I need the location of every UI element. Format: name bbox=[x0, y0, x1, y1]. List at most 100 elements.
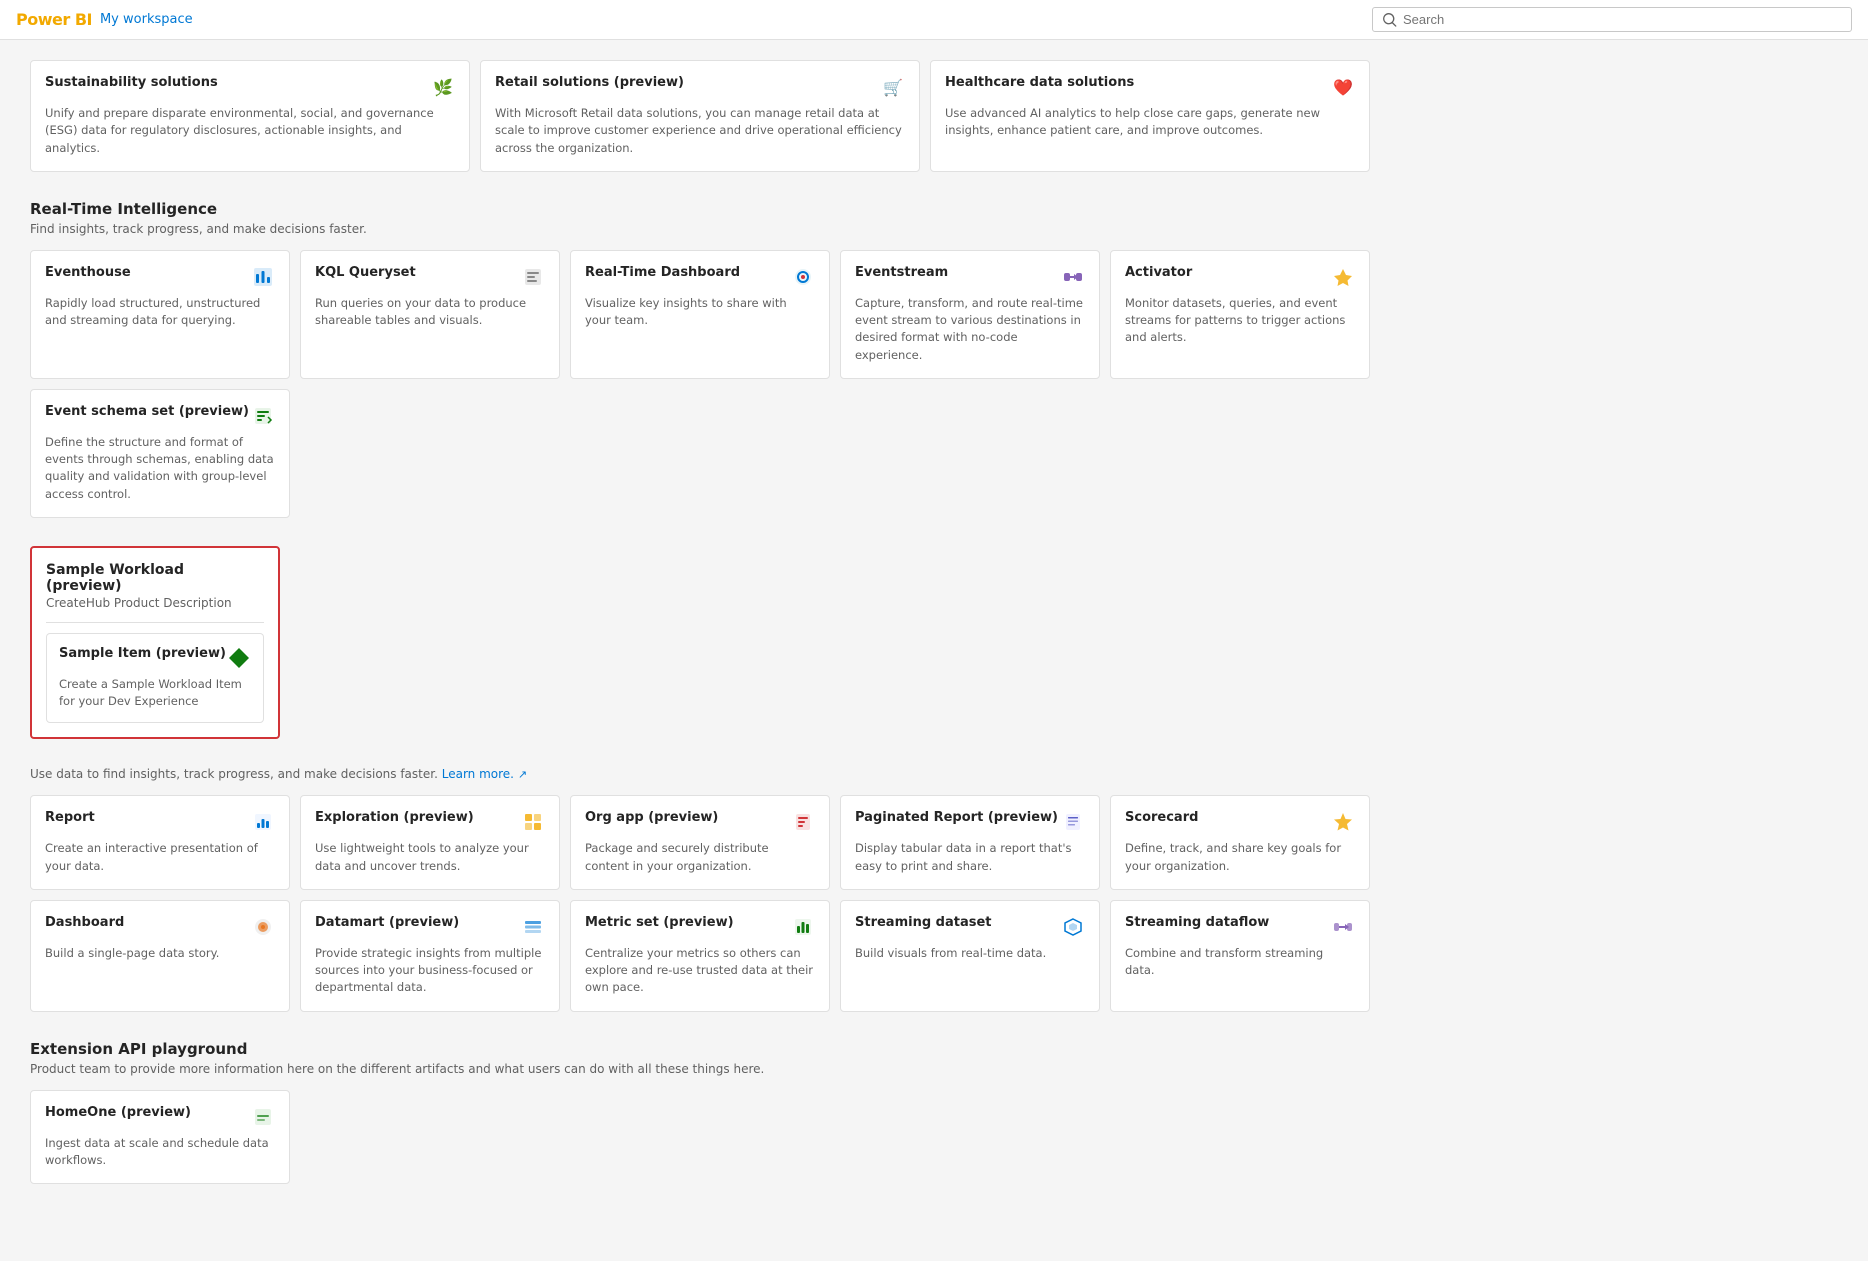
general-subtitle-text: Use data to find insights, track progres… bbox=[30, 767, 438, 781]
retail-card[interactable]: Retail solutions (preview) 🛒 With Micros… bbox=[480, 60, 920, 172]
general-cards-row1: Report Create an interactive presentatio… bbox=[30, 795, 1370, 890]
card-title: Metric set (preview) bbox=[585, 915, 734, 932]
healthcare-card[interactable]: Healthcare data solutions ❤️ Use advance… bbox=[930, 60, 1370, 172]
scorecard-card[interactable]: Scorecard Define, track, and share key g… bbox=[1110, 795, 1370, 890]
sample-workload-section[interactable]: Sample Workload (preview) CreateHub Prod… bbox=[30, 546, 280, 740]
card-desc: Create an interactive presentation of yo… bbox=[45, 840, 275, 875]
card-desc: Create a Sample Workload Item for your D… bbox=[59, 676, 251, 711]
streaming-dataflow-card[interactable]: Streaming dataflow Combine and transform… bbox=[1110, 900, 1370, 1012]
card-header: Datamart (preview) bbox=[315, 915, 545, 939]
card-desc: Centralize your metrics so others can ex… bbox=[585, 945, 815, 997]
card-header: Org app (preview) bbox=[585, 810, 815, 834]
card-header: Retail solutions (preview) 🛒 bbox=[495, 75, 905, 99]
card-title: Sample Item (preview) bbox=[59, 646, 226, 663]
search-bar[interactable] bbox=[1372, 7, 1852, 32]
section-subtitle: Find insights, track progress, and make … bbox=[30, 222, 1370, 236]
card-desc: With Microsoft Retail data solutions, yo… bbox=[495, 105, 905, 157]
card-desc: Package and securely distribute content … bbox=[585, 840, 815, 875]
rti-cards-row1: Eventhouse Rapidly load structured, unst… bbox=[30, 250, 1370, 379]
report-card[interactable]: Report Create an interactive presentatio… bbox=[30, 795, 290, 890]
card-title: Report bbox=[45, 810, 95, 827]
rti-cards-row2: Event schema set (preview) Define the st… bbox=[30, 389, 1370, 518]
card-header: HomeOne (preview) bbox=[45, 1105, 275, 1129]
sample-workload-subtitle: CreateHub Product Description bbox=[46, 596, 264, 610]
streaming-dataset-card[interactable]: Streaming dataset Build visuals from rea… bbox=[840, 900, 1100, 1012]
card-header: Exploration (preview) bbox=[315, 810, 545, 834]
general-subtitle: Use data to find insights, track progres… bbox=[30, 767, 1370, 781]
kql-icon bbox=[521, 265, 545, 289]
extension-api-cards: HomeOne (preview) Ingest data at scale a… bbox=[30, 1090, 1370, 1185]
search-icon bbox=[1383, 13, 1397, 27]
eventstream-card[interactable]: Eventstream Capture, transform, and rout… bbox=[840, 250, 1100, 379]
card-header: Paginated Report (preview) bbox=[855, 810, 1085, 834]
search-input[interactable] bbox=[1403, 12, 1841, 27]
workspace-link[interactable]: My workspace bbox=[100, 12, 193, 27]
streaming-dataset-icon bbox=[1061, 915, 1085, 939]
learn-more-link[interactable]: Learn more. bbox=[442, 767, 514, 781]
homeone-icon bbox=[251, 1105, 275, 1129]
powerbi-logo: Power BI bbox=[16, 10, 92, 29]
sample-item-icon bbox=[227, 646, 251, 670]
sustainability-card[interactable]: Sustainability solutions 🌿 Unify and pre… bbox=[30, 60, 470, 172]
section-title: Real-Time Intelligence bbox=[30, 200, 1370, 218]
event-schema-card[interactable]: Event schema set (preview) Define the st… bbox=[30, 389, 290, 518]
metric-set-card[interactable]: Metric set (preview) Centralize your met… bbox=[570, 900, 830, 1012]
card-header: Streaming dataflow bbox=[1125, 915, 1355, 939]
realtime-dashboard-card[interactable]: Real-Time Dashboard Visualize key insigh… bbox=[570, 250, 830, 379]
general-cards-row2: Dashboard Build a single-page data story… bbox=[30, 900, 1370, 1012]
card-header: Eventstream bbox=[855, 265, 1085, 289]
general-section: Use data to find insights, track progres… bbox=[30, 767, 1370, 1011]
card-desc: Ingest data at scale and schedule data w… bbox=[45, 1135, 275, 1170]
card-title: Real-Time Dashboard bbox=[585, 265, 740, 282]
card-title: Eventhouse bbox=[45, 265, 131, 282]
exploration-card[interactable]: Exploration (preview) Use lightweight to… bbox=[300, 795, 560, 890]
main-content: Sustainability solutions 🌿 Unify and pre… bbox=[0, 40, 1400, 1252]
card-desc: Combine and transform streaming data. bbox=[1125, 945, 1355, 980]
card-desc: Provide strategic insights from multiple… bbox=[315, 945, 545, 997]
card-title: Eventstream bbox=[855, 265, 948, 282]
scorecard-icon bbox=[1331, 810, 1355, 834]
dashboard-icon bbox=[251, 915, 275, 939]
paginated-report-card[interactable]: Paginated Report (preview) Display tabul… bbox=[840, 795, 1100, 890]
section-subtitle: Product team to provide more information… bbox=[30, 1062, 1370, 1076]
topbar: Power BI My workspace bbox=[0, 0, 1868, 40]
exploration-icon bbox=[521, 810, 545, 834]
card-header: Sustainability solutions 🌿 bbox=[45, 75, 455, 99]
kql-queryset-card[interactable]: KQL Queryset Run queries on your data to… bbox=[300, 250, 560, 379]
card-title: Scorecard bbox=[1125, 810, 1198, 827]
card-desc: Visualize key insights to share with you… bbox=[585, 295, 815, 330]
sustainability-icon: 🌿 bbox=[431, 75, 455, 99]
card-title: Dashboard bbox=[45, 915, 124, 932]
activator-card[interactable]: Activator Monitor datasets, queries, and… bbox=[1110, 250, 1370, 379]
card-title: KQL Queryset bbox=[315, 265, 416, 282]
card-desc: Rapidly load structured, unstructured an… bbox=[45, 295, 275, 330]
sample-workload-title: Sample Workload (preview) bbox=[46, 562, 264, 594]
datamart-icon bbox=[521, 915, 545, 939]
card-title: Exploration (preview) bbox=[315, 810, 474, 827]
separator bbox=[46, 622, 264, 623]
card-title: Sustainability solutions bbox=[45, 75, 218, 92]
report-icon bbox=[251, 810, 275, 834]
dashboard-card[interactable]: Dashboard Build a single-page data story… bbox=[30, 900, 290, 1012]
retail-icon: 🛒 bbox=[881, 75, 905, 99]
card-desc: Display tabular data in a report that's … bbox=[855, 840, 1085, 875]
realtime-dashboard-icon bbox=[791, 265, 815, 289]
card-desc: Run queries on your data to produce shar… bbox=[315, 295, 545, 330]
card-header: Eventhouse bbox=[45, 265, 275, 289]
card-header: Sample Item (preview) bbox=[59, 646, 251, 670]
sample-item-card[interactable]: Sample Item (preview) Create a Sample Wo… bbox=[46, 633, 264, 724]
healthcare-icon: ❤️ bbox=[1331, 75, 1355, 99]
card-header: Dashboard bbox=[45, 915, 275, 939]
event-schema-icon bbox=[251, 404, 275, 428]
eventhouse-card[interactable]: Eventhouse Rapidly load structured, unst… bbox=[30, 250, 290, 379]
section-title: Extension API playground bbox=[30, 1040, 1370, 1058]
card-title: Event schema set (preview) bbox=[45, 404, 249, 421]
brand: Power BI My workspace bbox=[16, 10, 193, 29]
card-desc: Unify and prepare disparate environmenta… bbox=[45, 105, 455, 157]
card-desc: Define, track, and share key goals for y… bbox=[1125, 840, 1355, 875]
datamart-card[interactable]: Datamart (preview) Provide strategic ins… bbox=[300, 900, 560, 1012]
card-title: Datamart (preview) bbox=[315, 915, 459, 932]
card-title: Healthcare data solutions bbox=[945, 75, 1134, 92]
homeone-card[interactable]: HomeOne (preview) Ingest data at scale a… bbox=[30, 1090, 290, 1185]
org-app-card[interactable]: Org app (preview) Package and securely d… bbox=[570, 795, 830, 890]
